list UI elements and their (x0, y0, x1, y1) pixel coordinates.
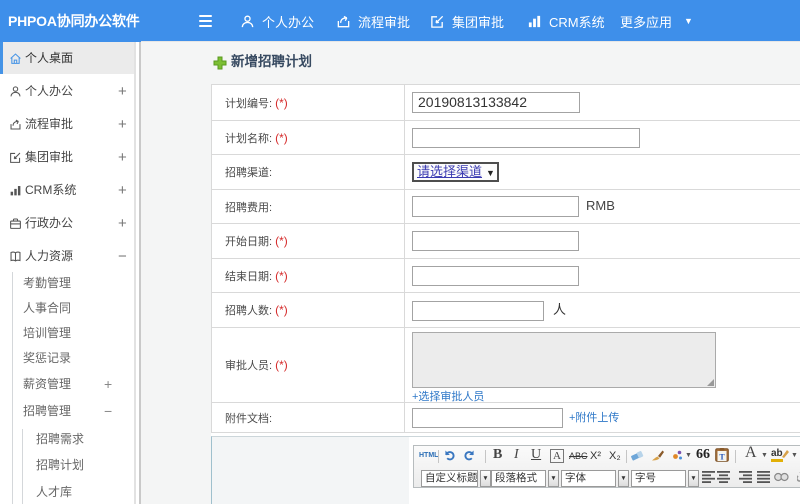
svg-text:T: T (719, 453, 725, 462)
